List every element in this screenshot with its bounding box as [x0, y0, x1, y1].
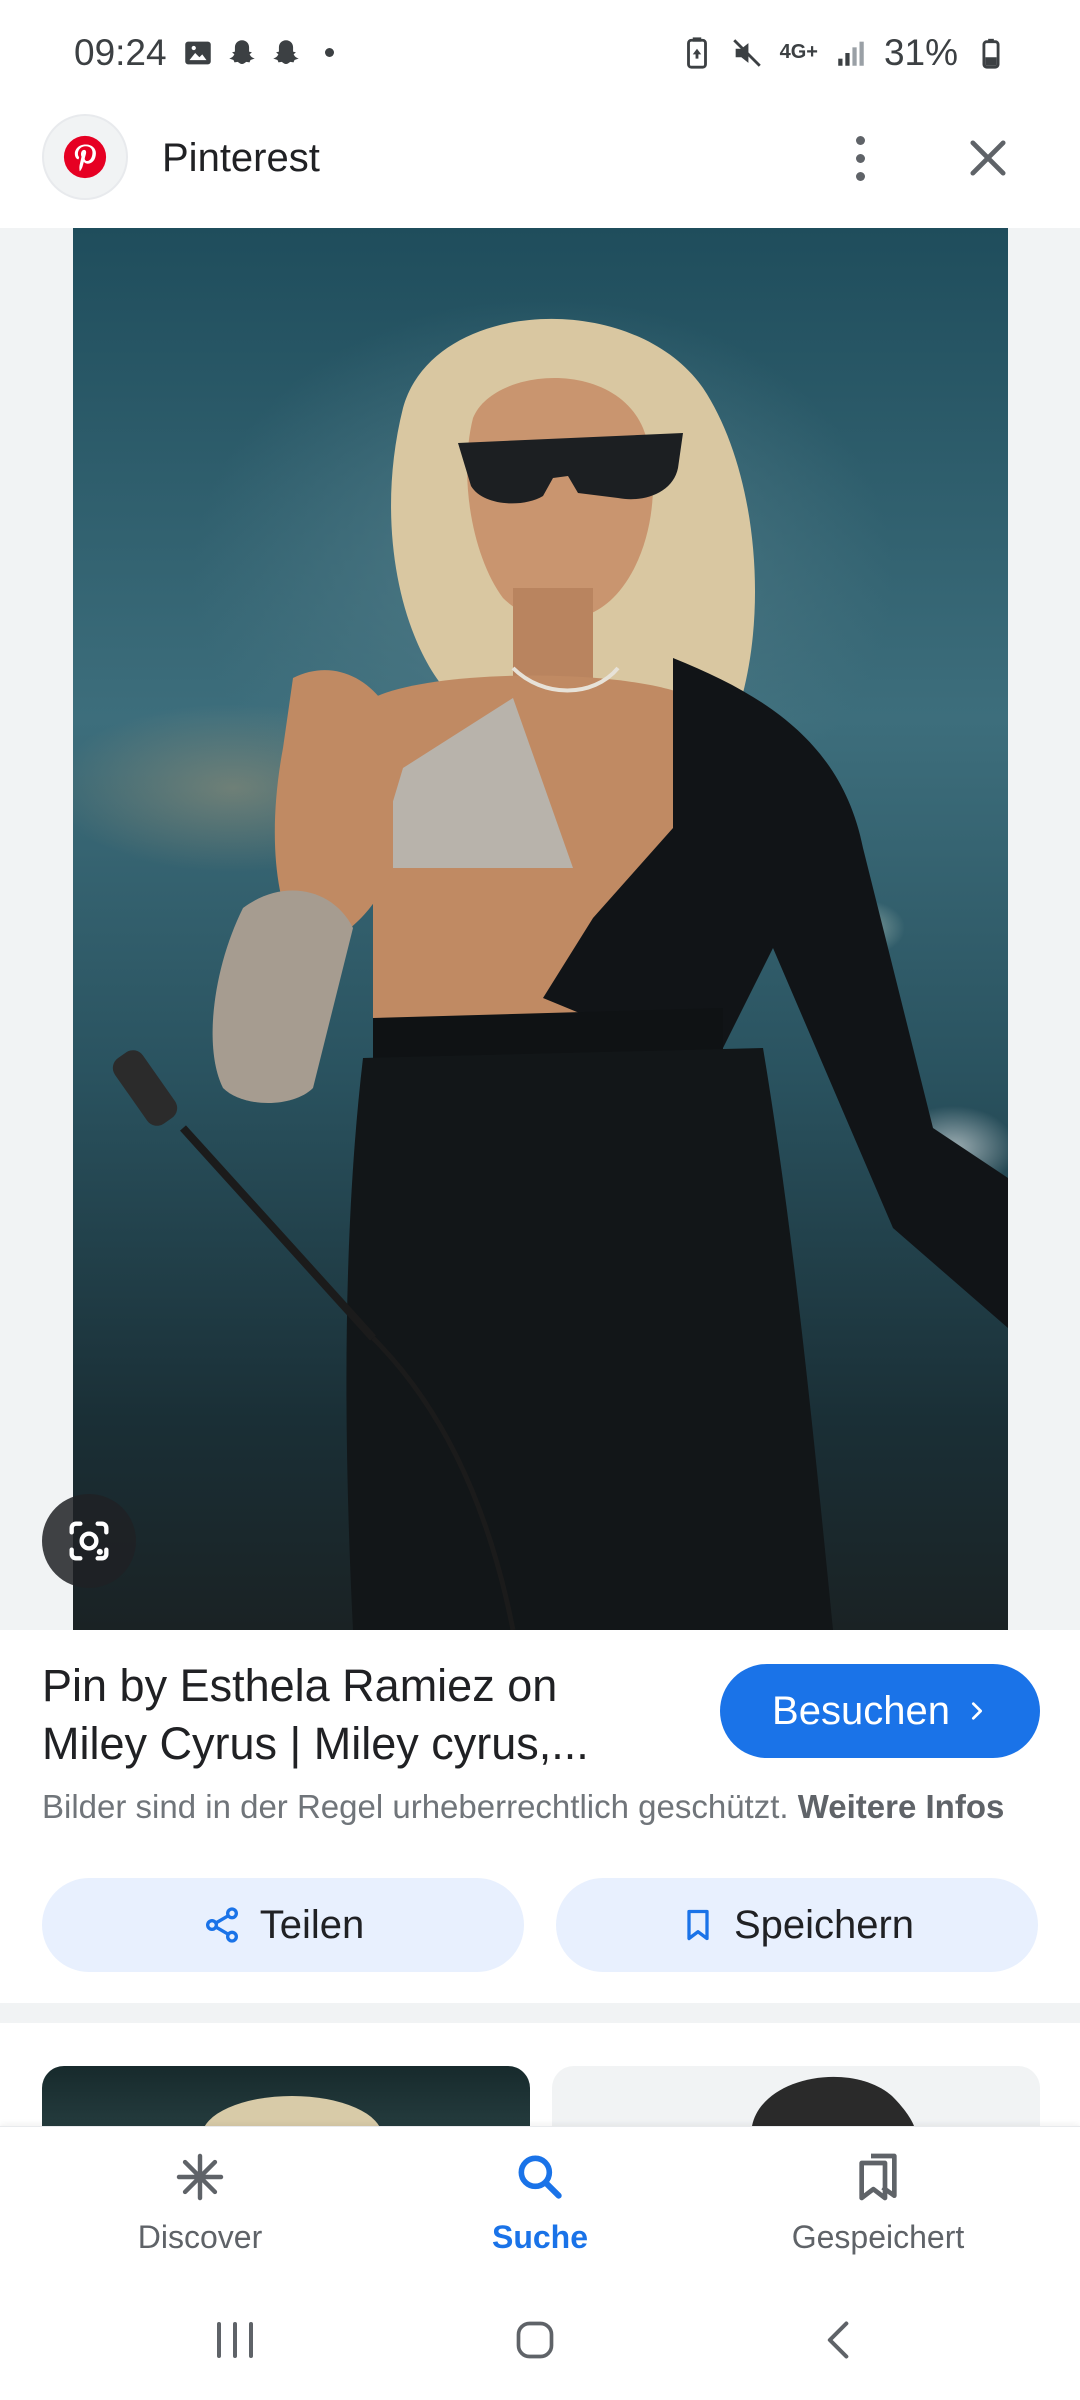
nav-saved[interactable]: Gespeichert: [748, 2149, 1008, 2256]
system-navigation-bar: [0, 2286, 1080, 2400]
recent-apps-button[interactable]: [200, 2310, 270, 2370]
share-button[interactable]: Teilen: [42, 1878, 524, 1972]
save-label: Speichern: [733, 1902, 915, 1947]
battery-percent: 31%: [883, 31, 958, 73]
copyright-text: Bilder sind in der Regel urheberrechtlic…: [42, 1788, 789, 1825]
more-dot-icon: [855, 135, 865, 145]
pinterest-logo-icon: [42, 114, 128, 200]
more-notifications-dot: [324, 48, 334, 57]
photo-illustration: [112, 318, 1008, 1630]
snapchat-icon: [228, 39, 255, 64]
bookmark-icon: [687, 1909, 709, 1941]
section-divider: [0, 2003, 1080, 2023]
search-icon: [518, 2155, 562, 2199]
network-type: 4G+: [779, 41, 818, 63]
share-label: Teilen: [259, 1902, 365, 1947]
home-button[interactable]: [500, 2310, 570, 2370]
pinterest-logo-glyph: [63, 135, 107, 179]
nav-discover-label: Discover: [137, 2219, 263, 2255]
status-time: 09:24: [74, 31, 167, 73]
related-image-thumbnail[interactable]: [42, 2066, 530, 2126]
result-image[interactable]: [73, 228, 1008, 1630]
thumbnail-illustration: [204, 2096, 380, 2126]
back-button[interactable]: [804, 2310, 874, 2370]
image-preview-area: [0, 228, 1080, 1630]
nav-discover[interactable]: Discover: [70, 2149, 330, 2256]
more-options-button[interactable]: [840, 128, 880, 188]
more-info-link[interactable]: Weitere Infos: [798, 1788, 1005, 1825]
bottom-navigation: Discover Suche Gespeichert: [0, 2126, 1080, 2286]
save-button[interactable]: Speichern: [556, 1878, 1038, 1972]
copyright-notice: Bilder sind in der Regel urheberrechtlic…: [42, 1788, 1052, 1826]
status-right: 4G+ 31%: [680, 32, 1008, 74]
signal-icon: [838, 41, 864, 66]
close-button[interactable]: [962, 132, 1014, 184]
share-icon: [205, 1907, 238, 1943]
status-bar: 09:24 4G+ 31%: [0, 0, 1080, 105]
notification-icons: [181, 36, 334, 70]
more-dot-icon: [855, 153, 865, 163]
related-image-thumbnail[interactable]: [552, 2066, 1040, 2126]
more-dot-icon: [855, 171, 865, 181]
nav-search-label: Suche: [491, 2219, 589, 2255]
lens-icon: [69, 1521, 109, 1561]
visit-button[interactable]: Besuchen: [720, 1664, 1040, 1758]
mute-icon: [732, 38, 761, 67]
app-header: Pinterest: [0, 110, 1080, 228]
nav-saved-label: Gespeichert: [791, 2219, 965, 2255]
chevron-right-icon: [971, 1702, 982, 1720]
thumbnail-illustration: [752, 2076, 914, 2126]
asterisk-icon: [176, 2153, 224, 2201]
bookmarks-icon: [859, 2153, 897, 2201]
result-title[interactable]: Pin by Esthela Ramiez on Miley Cyrus | M…: [42, 1657, 642, 1773]
snapchat-icon: [272, 39, 299, 64]
nav-search[interactable]: Suche: [410, 2149, 670, 2256]
battery-icon: [982, 38, 1000, 69]
home-icon: [516, 2321, 554, 2359]
app-title: Pinterest: [162, 136, 320, 180]
image-icon: [184, 41, 211, 64]
status-left: 09:24: [74, 32, 334, 74]
back-icon: [827, 2321, 849, 2359]
battery-saver-icon: [686, 36, 707, 69]
visit-button-label: Besuchen: [772, 1688, 950, 1733]
google-lens-button[interactable]: [42, 1494, 136, 1588]
recent-apps-icon: [217, 2322, 253, 2358]
